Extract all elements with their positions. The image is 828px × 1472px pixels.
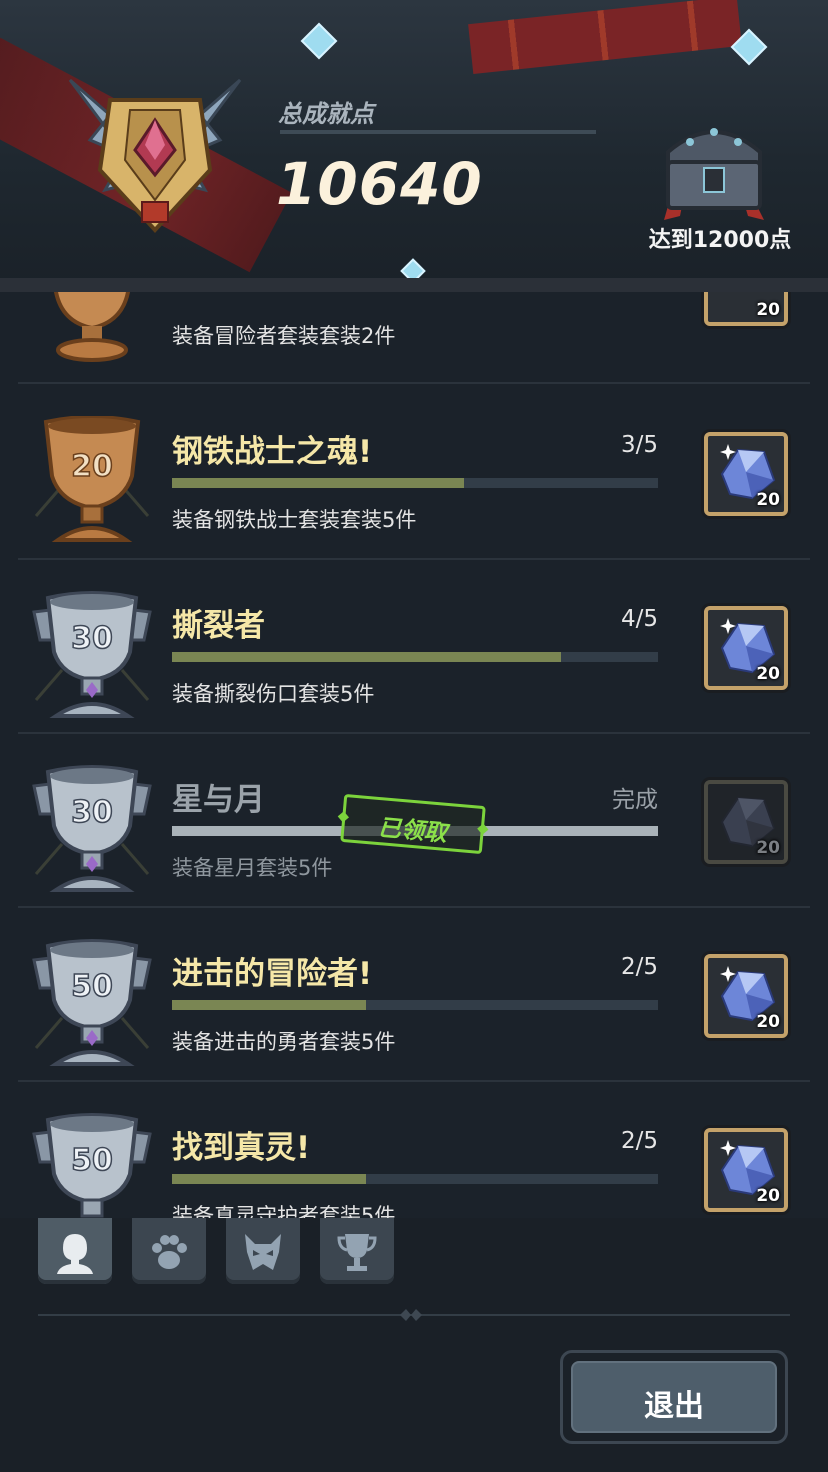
- hero-portrait-icon: [57, 1234, 93, 1274]
- achievement-title: 找到真灵!: [172, 1130, 311, 1166]
- achievement-desc: 装备进击的勇者套装5件: [172, 1030, 396, 1054]
- rank-crest-icon: [68, 78, 242, 233]
- trophy-level: 20: [71, 449, 113, 484]
- progress-bar-fill: [172, 652, 561, 662]
- achievement-progress-count: 4/5: [620, 606, 658, 632]
- reward-crystal-slot: 20: [704, 780, 788, 864]
- tab-monsters[interactable]: [226, 1218, 300, 1284]
- exit-button-face: 退出: [571, 1361, 777, 1433]
- silver-trophy-icon: 50: [32, 939, 152, 1066]
- achievement-desc: 装备冒险者套装套装2件: [172, 324, 396, 348]
- achievement-header: 总成就点 10640 达到12000点: [0, 0, 828, 292]
- reward-count: 20: [756, 838, 780, 858]
- total-points-label: 总成就点: [278, 100, 374, 128]
- silver-trophy-icon: 50: [32, 1113, 152, 1218]
- reward-crystal-slot[interactable]: 20: [704, 432, 788, 516]
- achievement-row: 20 钢铁战士之魂! 3/5 装备钢铁战士套装套装5件 20: [18, 386, 810, 558]
- bronze-trophy-icon: [53, 292, 131, 362]
- exit-button-label: 退出: [644, 1389, 704, 1424]
- achievement-row: 50 找到真灵! 2/5 装备真灵守护者套装5件 20: [18, 1082, 810, 1218]
- bronze-trophy-icon: 20: [34, 416, 150, 542]
- silver-trophy-icon: 30: [32, 765, 152, 892]
- achievement-progress-count: 2/5: [620, 954, 658, 980]
- silver-trophy-icon: 30: [32, 591, 152, 718]
- total-points-value: 10640: [276, 150, 483, 218]
- progress-bar-fill: [172, 478, 464, 488]
- bottom-panel: 退出: [0, 1218, 828, 1472]
- reward-slot[interactable]: 20: [704, 292, 788, 326]
- reward-count: 20: [756, 1012, 780, 1032]
- progress-bar-fill: [172, 1174, 367, 1184]
- achievement-desc: 装备撕裂伤口套装5件: [172, 682, 375, 706]
- tab-pets[interactable]: [132, 1218, 206, 1284]
- achievement-row: 30 撕裂者 4/5 装备撕裂伤口套装5件 20: [18, 560, 810, 732]
- tab-hero[interactable]: [38, 1218, 112, 1284]
- achievement-title: 撕裂者: [172, 608, 265, 644]
- achievement-list[interactable]: 装备冒险者套装套装2件 20 20 钢铁战士之魂! 3/5 装备钢铁战士套装套装…: [0, 292, 828, 1218]
- paw-icon: [152, 1235, 187, 1269]
- achievement-progress-count: 2/5: [620, 1128, 658, 1154]
- achievement-desc: 装备钢铁战士套装套装5件: [172, 508, 417, 532]
- achievement-row: 50 进击的冒险者! 2/5 装备进击的勇者套装5件 20: [18, 908, 810, 1080]
- treasure-chest-icon[interactable]: [654, 112, 774, 222]
- monster-mask-icon: [245, 1234, 281, 1270]
- trophy-level: 30: [71, 795, 113, 830]
- reward-count: 20: [756, 300, 780, 320]
- achievement-title: 进击的冒险者!: [172, 956, 373, 992]
- exit-button[interactable]: 退出: [560, 1350, 788, 1444]
- trophy-level: 50: [71, 969, 113, 1004]
- reward-count: 20: [756, 490, 780, 510]
- trophy-level: 50: [71, 1143, 113, 1178]
- progress-bar-fill: [172, 1000, 367, 1010]
- divider-ornament-icon: [400, 1309, 422, 1321]
- score-underline: [280, 130, 596, 134]
- achievement-row-claimed: 30 星与月 完成 装备星月套装5件 已领取 20: [18, 734, 810, 906]
- progress-bar: [172, 478, 658, 488]
- progress-bar: [172, 1174, 658, 1184]
- reward-crystal-slot[interactable]: 20: [704, 606, 788, 690]
- claimed-stamp: 已领取: [337, 793, 489, 855]
- tab-achievements[interactable]: [320, 1218, 394, 1284]
- reward-crystal-slot[interactable]: 20: [704, 1128, 788, 1212]
- achievement-progress-count: 3/5: [620, 432, 658, 458]
- progress-bar: [172, 1000, 658, 1010]
- achievement-desc: 装备真灵守护者套装5件: [172, 1204, 396, 1218]
- progress-bar: [172, 652, 658, 662]
- achievement-desc: 装备星月套装5件: [172, 856, 333, 880]
- reward-crystal-slot[interactable]: 20: [704, 954, 788, 1038]
- trophy-level: 30: [71, 621, 113, 656]
- row-divider: [18, 382, 810, 384]
- achievement-title: 钢铁战士之魂!: [172, 434, 373, 470]
- achievement-title: 星与月: [172, 782, 265, 818]
- achievement-status: 完成: [612, 787, 658, 813]
- claimed-stamp-label: 已领取: [376, 815, 448, 847]
- reward-count: 20: [756, 664, 780, 684]
- trophy-icon: [337, 1234, 377, 1271]
- reward-count: 20: [756, 1186, 780, 1206]
- achievement-row: 装备冒险者套装套装2件 20: [18, 292, 810, 374]
- chest-goal-label: 达到12000点: [648, 228, 792, 253]
